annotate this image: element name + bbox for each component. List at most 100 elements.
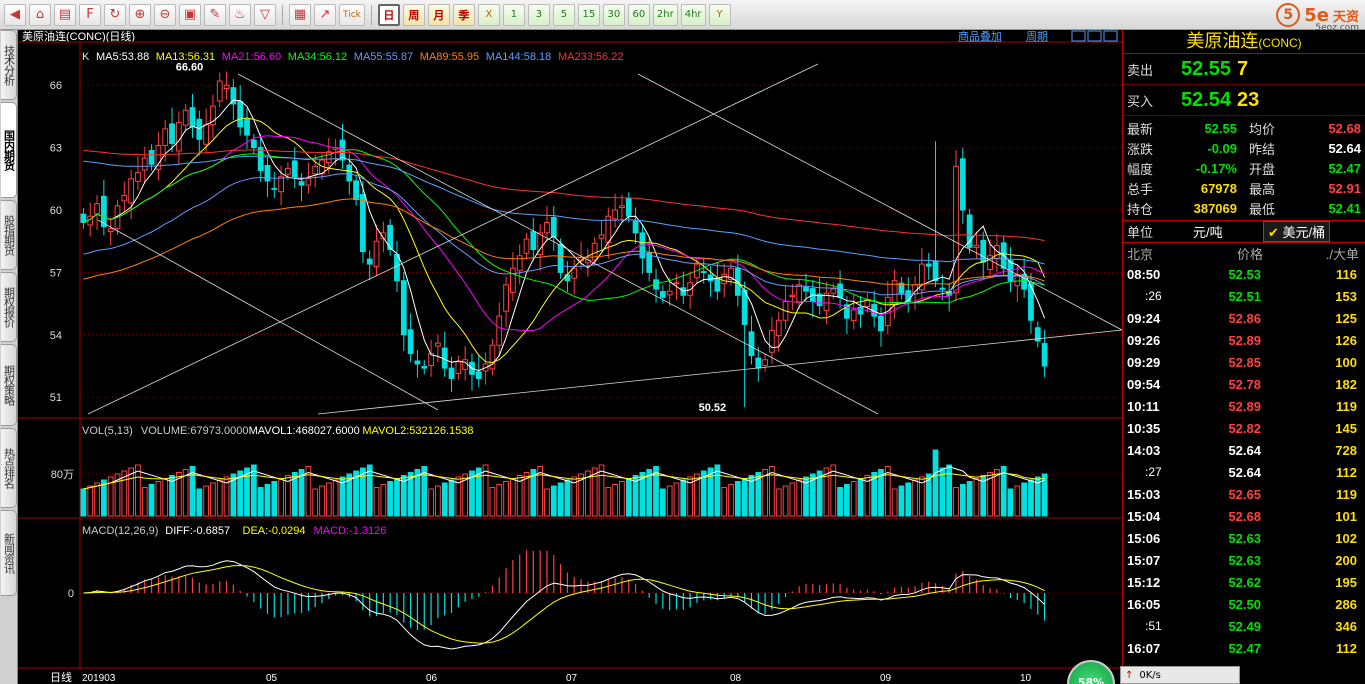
chart-area[interactable]: 美原油连(CONC)(日线) 商品叠加 周期 66 63 60 57 54 51 K MA5:53.… xyxy=(18,30,1122,684)
side-tab-0[interactable]: 技术分析 xyxy=(1,30,17,100)
tick-row: :27 52.64 112 xyxy=(1123,461,1365,483)
candle-body xyxy=(503,284,509,312)
candle-body xyxy=(435,342,441,347)
side-tab-4[interactable]: 期权策略 xyxy=(1,344,17,426)
x-tick-label: 10 xyxy=(1020,673,1032,684)
window-icon[interactable]: ▣ xyxy=(179,3,201,26)
tick-volume: 182 xyxy=(1335,376,1357,392)
trend-line[interactable] xyxy=(237,73,879,415)
bid-row[interactable]: 买入 52.54 23 xyxy=(1123,85,1365,116)
tick-time: 15:06 xyxy=(1127,530,1161,546)
tick-list[interactable]: 08:50 52.53 116:26 52.51 153 09:24 52.86 125 09:… xyxy=(1123,263,1365,659)
tick-price: 52.63 xyxy=(1228,530,1261,546)
trend-line[interactable] xyxy=(87,63,819,415)
period-button-1[interactable]: 周 xyxy=(402,3,425,26)
filter-icon[interactable]: ▽ xyxy=(254,3,276,26)
side-tab-3[interactable]: 期权报价 xyxy=(1,272,17,342)
home-icon[interactable]: ⌂ xyxy=(29,3,51,26)
tick-row: 09:29 52.85 100 xyxy=(1123,351,1365,373)
volume-bar xyxy=(564,479,571,517)
tick-volume: 119 xyxy=(1336,486,1357,502)
volume-bar xyxy=(946,464,953,517)
candle-body xyxy=(475,371,482,379)
tick-volume: 125 xyxy=(1335,310,1357,326)
volume-bar xyxy=(421,466,428,517)
period-button-7[interactable]: 5 xyxy=(552,3,575,26)
side-tab-5[interactable]: 热点排名 xyxy=(1,428,17,508)
unit-option-yuan[interactable]: 元/吨 xyxy=(1193,222,1263,241)
macd-header-label: DEA:-0.0294 xyxy=(243,525,306,537)
period-button-3[interactable]: 季 xyxy=(452,3,475,26)
panel-title-name: 美原油连 xyxy=(1186,31,1259,51)
quote-label: 最新 xyxy=(1127,121,1154,137)
toolbar-separator xyxy=(370,4,372,25)
volume-bar xyxy=(448,479,455,517)
volume-bar xyxy=(537,466,544,517)
ask-price: 52.55 xyxy=(1181,57,1232,80)
grid-icon[interactable]: ▦ xyxy=(289,3,311,26)
kline-chart-svg[interactable]: 美原油连(CONC)(日线) 商品叠加 周期 66 63 60 57 54 51 K MA5:53.… xyxy=(18,30,1122,684)
candle-body xyxy=(959,158,966,211)
tick-price: 52.86 xyxy=(1228,310,1261,326)
period-button-4[interactable]: X xyxy=(477,3,500,26)
period-button-12[interactable]: 4hr xyxy=(680,3,706,26)
tick-time: :51 xyxy=(1145,619,1162,633)
x-tick-label: 201903 xyxy=(82,673,116,684)
chart-link-0[interactable]: 商品叠加 xyxy=(958,30,1002,43)
period-button-8[interactable]: 15 xyxy=(577,3,600,26)
period-button-13[interactable]: Y xyxy=(708,3,731,26)
volume-bar xyxy=(844,484,850,517)
candle-body xyxy=(162,128,169,147)
notebook-icon[interactable]: ▤ xyxy=(54,3,76,26)
quote-label: 涨跌 xyxy=(1127,141,1154,157)
side-tab-6[interactable]: 新闻资讯 xyxy=(1,510,17,596)
tick-icon[interactable]: Tick xyxy=(339,3,365,26)
volume-bar xyxy=(959,484,966,517)
period-button-6[interactable]: 3 xyxy=(527,3,550,26)
candle-body xyxy=(223,84,230,90)
signal-icon[interactable]: ♨ xyxy=(229,3,251,26)
candle-body xyxy=(298,181,305,186)
period-button-5[interactable]: 1 xyxy=(502,3,525,26)
candle-body xyxy=(182,109,189,126)
chart-icon[interactable]: ↗ xyxy=(314,3,336,26)
tick-time: 15:04 xyxy=(1127,508,1161,524)
back-icon[interactable]: ◀ xyxy=(4,3,26,26)
vol-header-label: VOLUME:67973.0000 xyxy=(141,425,249,437)
tick-header-volume[interactable]: ./大单 xyxy=(1263,244,1359,263)
zoom-in-icon[interactable]: ⊕ xyxy=(129,3,151,26)
vol-header-label: MAVOL1:468027.6000 xyxy=(249,425,360,437)
volume-bar xyxy=(441,482,448,517)
volume-bar xyxy=(557,482,564,517)
candle-body xyxy=(939,287,946,290)
price-tick-label: 54 xyxy=(50,330,62,342)
unit-option-usd-label: 美元/桶 xyxy=(1282,225,1326,240)
trend-line[interactable] xyxy=(97,219,439,411)
unit-option-usd[interactable]: ✔ 美元/桶 xyxy=(1263,221,1331,242)
chart-link-1[interactable]: 周期 xyxy=(1026,30,1048,43)
tick-volume: 286 xyxy=(1335,596,1357,612)
ma-label: MA233:56.22 xyxy=(558,51,623,63)
period-button-2[interactable]: 月 xyxy=(427,3,450,26)
quote-row: 持仓 387069 最低 52.41 xyxy=(1123,198,1365,218)
period-button-11[interactable]: 2hr xyxy=(652,3,678,26)
ma-line xyxy=(83,149,1045,242)
period-button-9[interactable]: 30 xyxy=(602,3,625,26)
period-button-10[interactable]: 60 xyxy=(627,3,650,26)
x-tick-label: 08 xyxy=(730,673,742,684)
volume-bar xyxy=(653,466,659,517)
f10-icon[interactable]: F xyxy=(79,3,101,26)
side-tab-1[interactable]: 国内期货 xyxy=(1,102,17,198)
refresh-icon[interactable]: ↻ xyxy=(104,3,126,26)
volume-bar xyxy=(884,466,891,517)
ask-row[interactable]: 卖出 52.55 7 xyxy=(1123,54,1365,85)
zoom-out-icon[interactable]: ⊖ xyxy=(154,3,176,26)
candle-body xyxy=(94,203,100,215)
tick-volume: 112 xyxy=(1336,640,1357,656)
panel-title-code: (CONC) xyxy=(1258,36,1302,50)
candle-body xyxy=(1041,343,1048,367)
side-tab-2[interactable]: 股指期货 xyxy=(1,200,17,270)
pen-icon[interactable]: ✎ xyxy=(204,3,226,26)
quote-value: 387069 xyxy=(1193,200,1237,216)
period-button-0[interactable]: 日 xyxy=(377,3,400,26)
